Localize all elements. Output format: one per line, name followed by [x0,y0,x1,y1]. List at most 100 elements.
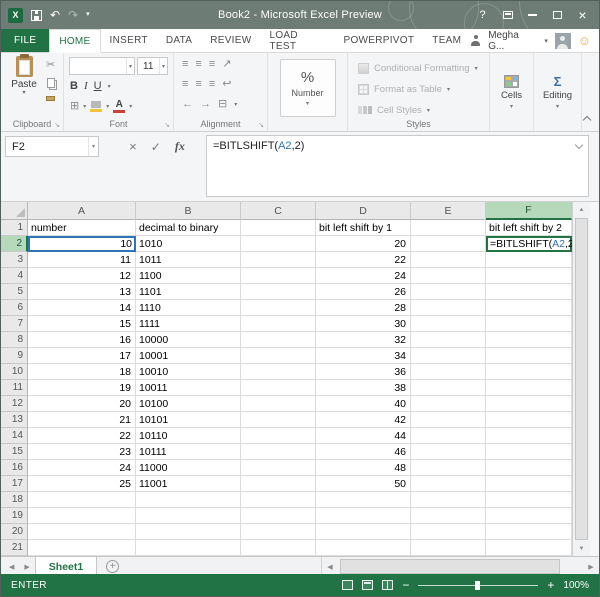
cell-F18[interactable] [486,492,572,508]
cell-styles-button[interactable]: Cell Styles ▾ [358,103,430,117]
cell-A4[interactable]: 12 [28,268,136,284]
vertical-scrollbar-thumb[interactable] [575,218,588,540]
cell-C3[interactable] [241,252,316,268]
insert-function-icon[interactable]: fx [175,139,185,154]
tab-home[interactable]: HOME [49,29,101,53]
align-bottom-icon[interactable]: ≡ [209,59,215,70]
cell-B3[interactable]: 1011 [136,252,241,268]
cell-A11[interactable]: 19 [28,380,136,396]
scroll-up-icon[interactable]: ▲ [573,202,590,217]
zoom-level[interactable]: 100% [563,580,589,591]
scroll-down-icon[interactable]: ▼ [573,541,590,556]
conditional-formatting-button[interactable]: Conditional Formatting ▾ [358,61,478,75]
cell-F16[interactable] [486,460,572,476]
cell-D6[interactable]: 28 [316,300,411,316]
cell-C9[interactable] [241,348,316,364]
column-header-D[interactable]: D [316,202,411,220]
avatar[interactable] [554,32,571,49]
row-header-20[interactable]: 20 [1,524,28,540]
tab-team[interactable]: TEAM [423,29,470,52]
cancel-icon[interactable]: × [129,140,137,153]
cell-E12[interactable] [411,396,486,412]
merge-center-caret-icon[interactable]: ▾ [234,101,237,108]
cell-D11[interactable]: 38 [316,380,411,396]
cell-D8[interactable]: 32 [316,332,411,348]
tab-review[interactable]: REVIEW [201,29,260,52]
cell-B21[interactable] [136,540,241,556]
cell-A20[interactable] [28,524,136,540]
cell-E18[interactable] [411,492,486,508]
cell-C20[interactable] [241,524,316,540]
normal-view-icon[interactable] [342,580,354,590]
row-header-15[interactable]: 15 [1,444,28,460]
name-box[interactable]: F2 ▾ [5,136,99,157]
tab-powerpivot[interactable]: POWERPIVOT [334,29,423,52]
new-sheet-button[interactable]: + [106,560,120,573]
cell-C2[interactable] [241,236,316,252]
column-header-E[interactable]: E [411,202,486,220]
copy-icon[interactable] [46,78,55,88]
cell-B6[interactable]: 1110 [136,300,241,316]
redo-icon[interactable]: ↷ [68,9,78,21]
cell-C8[interactable] [241,332,316,348]
alignment-dialog-launcher-icon[interactable]: ↘ [258,121,264,129]
format-painter-icon[interactable] [46,96,56,101]
cell-C13[interactable] [241,412,316,428]
cell-F19[interactable] [486,508,572,524]
cell-E7[interactable] [411,316,486,332]
cell-D13[interactable]: 42 [316,412,411,428]
close-icon[interactable]: × [570,4,595,26]
cell-E15[interactable] [411,444,486,460]
cell-E2[interactable] [411,236,486,252]
tab-load-test[interactable]: LOAD TEST [260,29,334,52]
cell-D14[interactable]: 44 [316,428,411,444]
cell-A5[interactable]: 13 [28,284,136,300]
cell-B17[interactable]: 11001 [136,476,241,492]
tab-file[interactable]: FILE [1,29,50,52]
zoom-slider-thumb[interactable] [475,580,481,590]
cell-D20[interactable] [316,524,411,540]
cell-C10[interactable] [241,364,316,380]
sheet-nav-next-icon[interactable]: ▶ [19,563,34,571]
align-middle-icon[interactable]: ≡ [195,59,201,70]
cell-F3[interactable] [486,252,572,268]
cell-A18[interactable] [28,492,136,508]
clipboard-dialog-launcher-icon[interactable]: ↘ [54,121,60,129]
page-break-view-icon[interactable] [382,580,394,590]
row-header-17[interactable]: 17 [1,476,28,492]
fill-color-icon[interactable] [90,101,103,112]
row-header-10[interactable]: 10 [1,364,28,380]
align-left-icon[interactable]: ≡ [182,79,188,90]
borders-icon[interactable]: ⊞ [70,101,79,112]
help-icon[interactable]: ? [470,4,495,26]
cell-B13[interactable]: 10101 [136,412,241,428]
cell-E3[interactable] [411,252,486,268]
cell-A7[interactable]: 15 [28,316,136,332]
row-header-14[interactable]: 14 [1,428,28,444]
sheet-nav-prev-icon[interactable]: ◀ [1,563,19,571]
cell-E5[interactable] [411,284,486,300]
cell-A17[interactable]: 25 [28,476,136,492]
user-menu-caret-icon[interactable]: ▾ [544,37,548,45]
row-header-2[interactable]: 2 [1,236,28,252]
cell-F2[interactable]: =BITLSHIFT(A2,2) [486,236,577,252]
minimize-icon[interactable] [520,4,545,26]
cell-B1[interactable]: decimal to binary [136,220,241,236]
cell-B5[interactable]: 1101 [136,284,241,300]
cell-D9[interactable]: 34 [316,348,411,364]
align-right-icon[interactable]: ≡ [209,79,215,90]
ribbon-display-options-icon[interactable] [495,4,520,26]
borders-caret-icon[interactable]: ▾ [83,103,86,110]
cell-F8[interactable] [486,332,572,348]
row-header-8[interactable]: 8 [1,332,28,348]
cell-D16[interactable]: 48 [316,460,411,476]
cell-C6[interactable] [241,300,316,316]
cells-button[interactable]: Cells ▾ [492,57,531,127]
cell-C17[interactable] [241,476,316,492]
qat-customize-icon[interactable]: ▾ [86,9,90,21]
cell-F11[interactable] [486,380,572,396]
row-header-4[interactable]: 4 [1,268,28,284]
cell-E13[interactable] [411,412,486,428]
cell-B15[interactable]: 10111 [136,444,241,460]
cell-D3[interactable]: 22 [316,252,411,268]
